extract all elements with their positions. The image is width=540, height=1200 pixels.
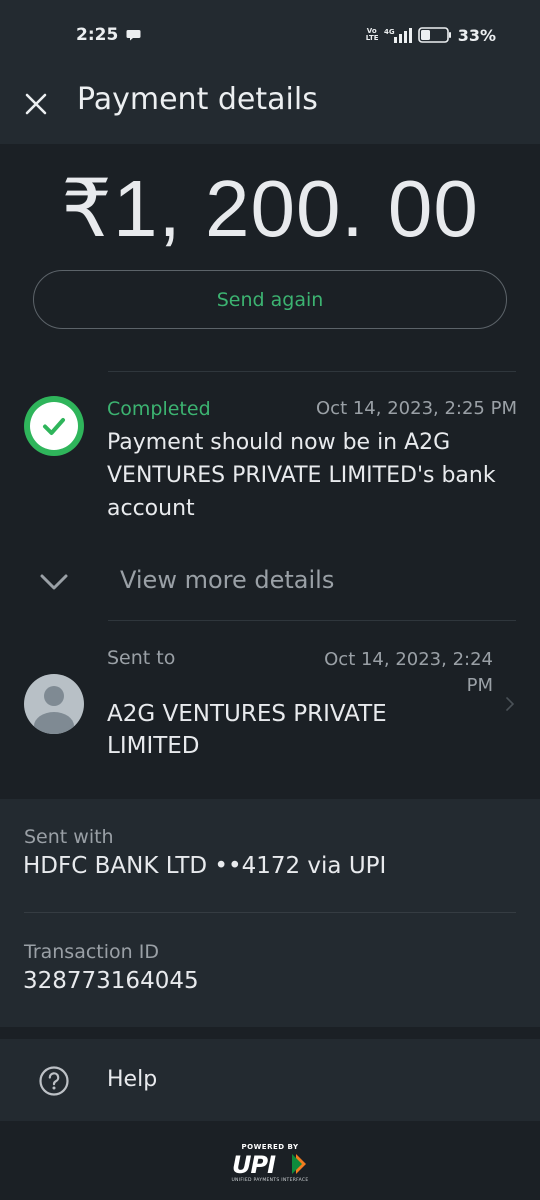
view-more-details-link[interactable]: View more details — [120, 566, 334, 594]
app-header: Payment details — [0, 70, 540, 144]
status-timestamp: Oct 14, 2023, 2:25 PM — [316, 398, 517, 419]
sent-to-label: Sent to — [107, 647, 176, 669]
chevron-right-icon[interactable] — [503, 694, 517, 714]
footer: POWERED BY UPI UNIFIED PAYMENTS INTERFAC… — [0, 1121, 540, 1200]
signal-icon: 4G — [384, 28, 412, 43]
transaction-id-label: Transaction ID — [24, 941, 159, 963]
close-button[interactable] — [20, 88, 52, 120]
chevron-down-icon[interactable] — [38, 568, 70, 596]
close-icon — [25, 93, 47, 115]
divider — [108, 620, 516, 621]
help-card[interactable] — [0, 1039, 540, 1121]
svg-text:UPI: UPI — [232, 1152, 276, 1176]
sent-to-timestamp: Oct 14, 2023, 2:24 PM — [324, 649, 493, 696]
status-bar: 2:25 Vo LTE 4G 33% — [0, 0, 540, 70]
sent-with-label: Sent with — [24, 826, 114, 848]
avatar — [24, 674, 84, 734]
payment-info-card: Sent with HDFC BANK LTD ••4172 via UPI T… — [0, 799, 540, 1027]
status-label: Completed — [107, 398, 211, 420]
svg-text:4G: 4G — [384, 28, 395, 36]
help-link[interactable]: Help — [107, 1067, 157, 1092]
sent-with-value: HDFC BANK LTD ••4172 via UPI — [23, 853, 387, 879]
powered-by-text: POWERED BY — [241, 1143, 299, 1151]
status-time: 2:25 — [76, 25, 119, 45]
battery-icon — [417, 27, 451, 43]
avatar-person-icon — [34, 686, 74, 734]
battery-percentage: 33% — [457, 25, 496, 45]
volte-indicator: Vo LTE — [365, 27, 379, 42]
divider — [24, 912, 516, 913]
check-circle-icon — [24, 396, 84, 456]
status-description: Payment should now be in A2G VENTURES PR… — [107, 430, 496, 521]
page-title: Payment details — [77, 82, 318, 117]
upi-logo: UPI — [232, 1152, 306, 1176]
upi-subtitle: UNIFIED PAYMENTS INTERFACE — [231, 1178, 309, 1183]
message-notification-icon — [126, 30, 141, 41]
divider — [108, 371, 516, 372]
payment-amount: ₹1, 200. 00 — [61, 164, 479, 253]
send-again-button[interactable]: Send again — [33, 270, 507, 329]
recipient-name[interactable]: A2G VENTURES PRIVATE LIMITED — [107, 698, 447, 762]
transaction-id-value[interactable]: 328773164045 — [23, 968, 199, 994]
help-circle-icon[interactable] — [38, 1065, 70, 1097]
status-indicators: Vo LTE 4G 33% — [366, 24, 496, 46]
